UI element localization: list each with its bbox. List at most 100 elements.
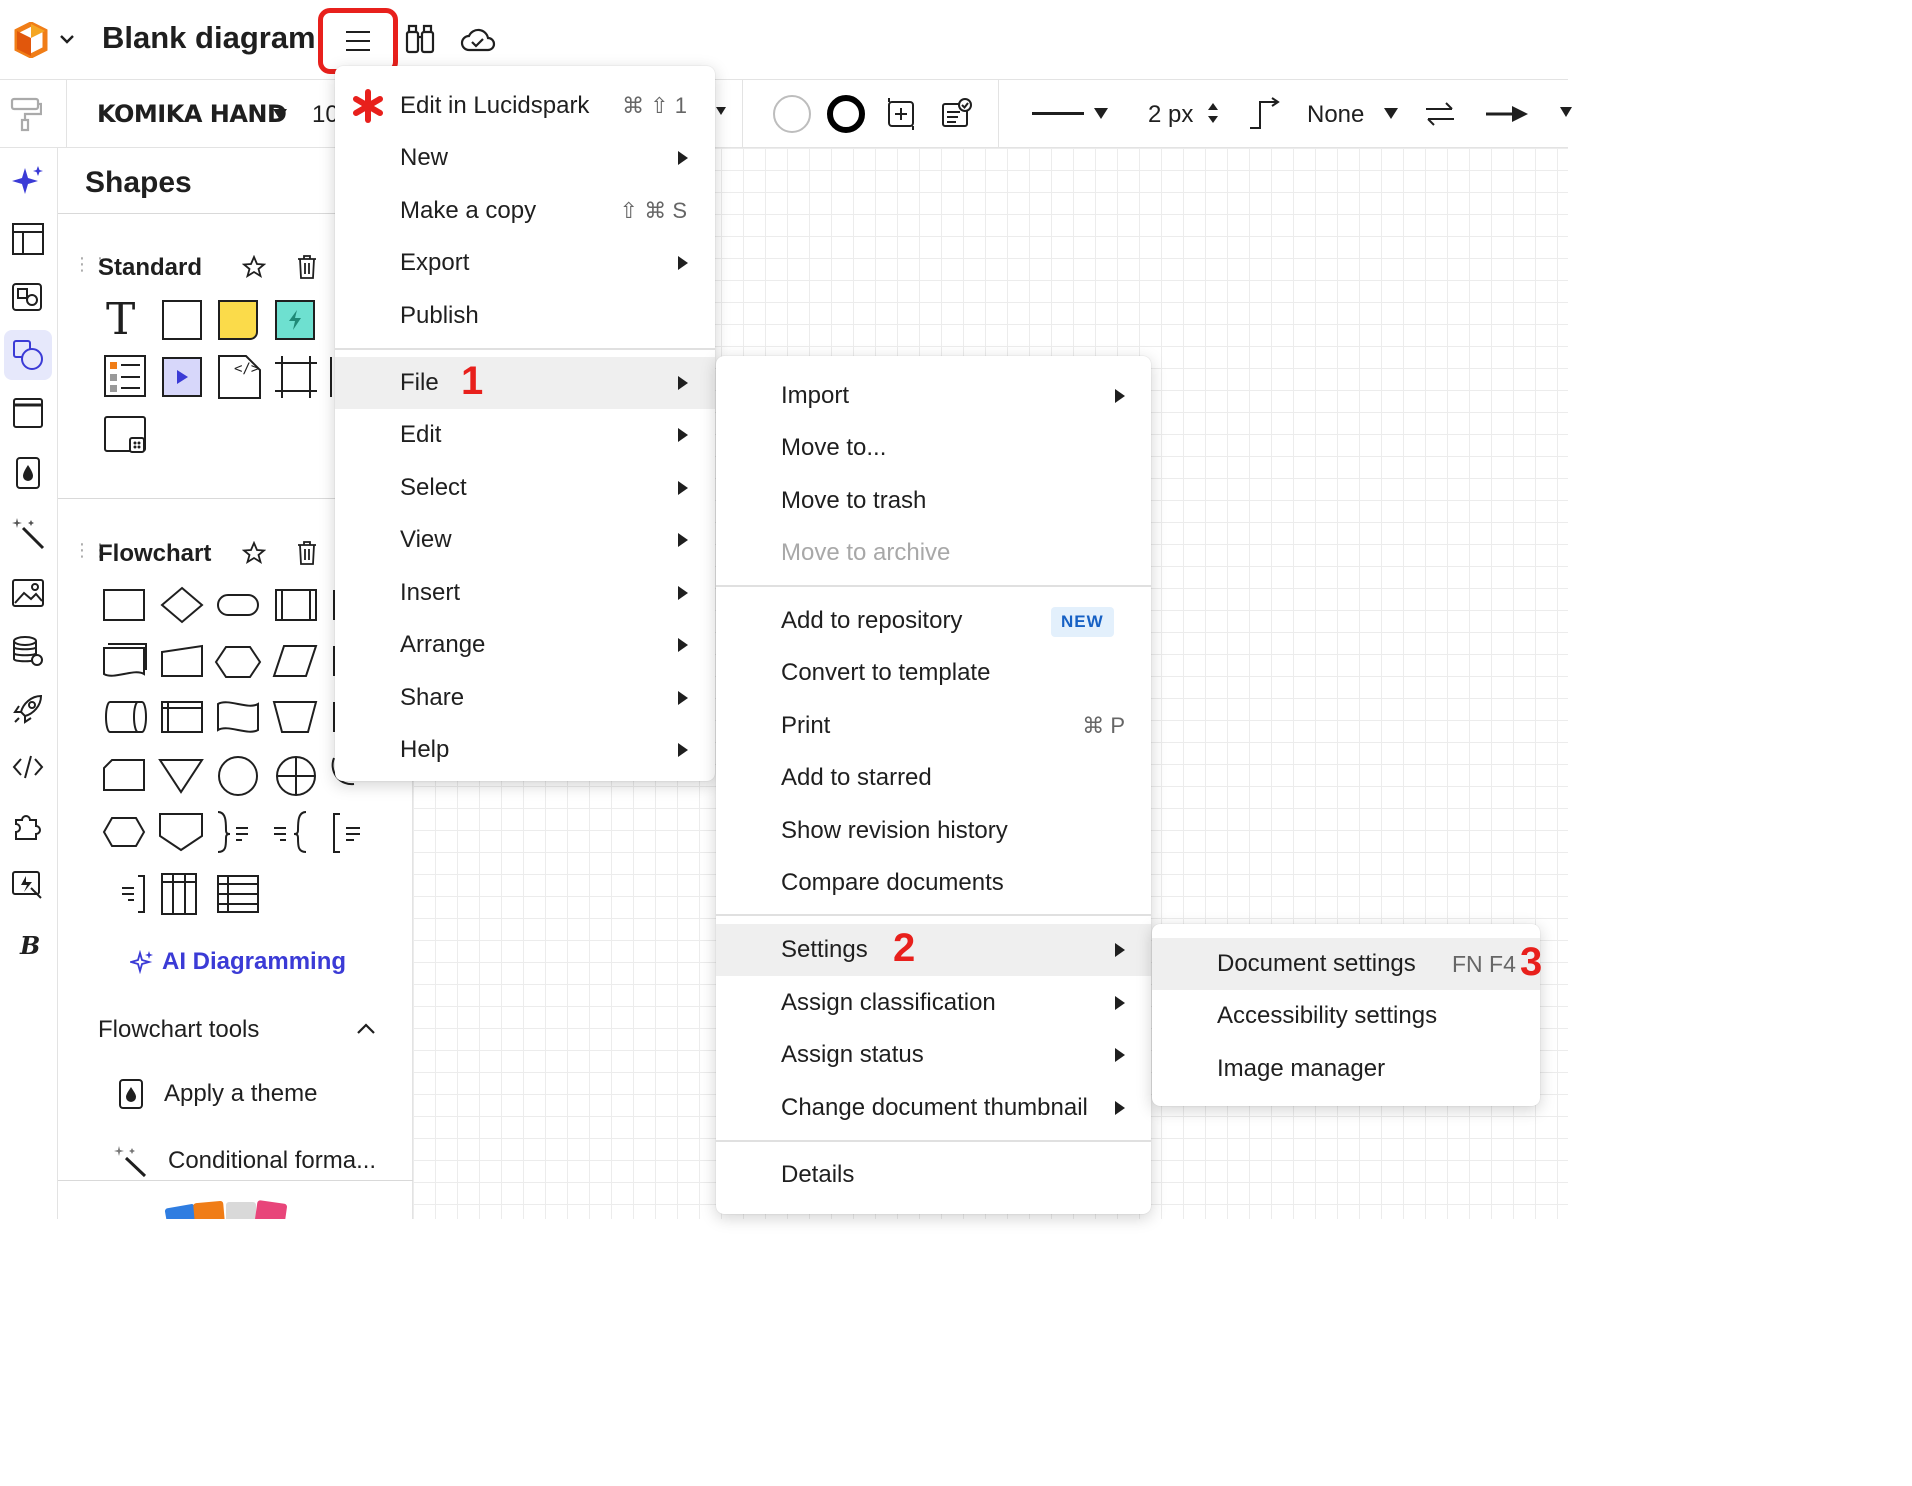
magic-wand-icon[interactable] xyxy=(4,508,52,558)
menu-item-details[interactable]: Details xyxy=(716,1149,1151,1201)
cloud-saved-icon[interactable] xyxy=(460,26,496,54)
document-title[interactable]: Blank diagram xyxy=(102,20,316,56)
menu-item-add-to-repository[interactable]: Add to repository NEW xyxy=(716,595,1151,647)
font-dropdown-arrow-icon[interactable] xyxy=(273,109,287,120)
trash-icon[interactable] xyxy=(296,540,318,566)
data-icon[interactable] xyxy=(4,626,52,676)
code-icon[interactable] xyxy=(4,742,52,792)
menu-item-edit[interactable]: Edit xyxy=(335,409,715,461)
menu-item-share[interactable]: Share xyxy=(335,672,715,724)
container-shape[interactable] xyxy=(104,416,148,456)
shape-library-icon[interactable] xyxy=(4,272,52,322)
arrow-start-value[interactable]: None xyxy=(1307,101,1364,129)
line-style-icon[interactable] xyxy=(1032,112,1084,115)
menu-item-view[interactable]: View xyxy=(335,514,715,566)
flowchart-section-title[interactable]: Flowchart xyxy=(98,540,211,568)
brand-b-icon[interactable]: B xyxy=(4,920,52,970)
ai-diagramming-button[interactable]: AI Diagramming xyxy=(130,948,346,976)
text-shape[interactable]: T xyxy=(106,298,135,342)
menu-item-import[interactable]: Import xyxy=(716,370,1151,422)
standard-section-title[interactable]: Standard xyxy=(98,254,202,282)
format-painter-icon[interactable] xyxy=(10,96,42,132)
menu-item-move-to[interactable]: Move to... xyxy=(716,422,1151,474)
line-width-value[interactable]: 2 px xyxy=(1148,101,1193,129)
menu-item-insert[interactable]: Insert xyxy=(335,567,715,619)
star-icon[interactable] xyxy=(242,541,266,565)
submenu-arrow-icon xyxy=(678,376,688,390)
list-shape[interactable] xyxy=(104,355,146,397)
menu-item-file[interactable]: File 1 xyxy=(335,357,715,409)
menu-item-assign-status[interactable]: Assign status xyxy=(716,1029,1151,1081)
templates-icon[interactable] xyxy=(4,214,52,264)
chevron-down-icon[interactable] xyxy=(58,30,76,48)
code-block-shape[interactable]: </> xyxy=(218,355,262,399)
menu-item-export[interactable]: Export xyxy=(335,237,715,289)
arrow-end-icon[interactable] xyxy=(1486,104,1530,124)
stepper-icon[interactable] xyxy=(1206,99,1220,127)
conditional-formatting-tool[interactable]: Conditional forma... xyxy=(112,1144,376,1178)
swap-arrows-icon[interactable] xyxy=(1422,100,1458,128)
integrations-puzzle-icon[interactable] xyxy=(4,800,52,850)
menu-item-assign-classification[interactable]: Assign classification xyxy=(716,977,1151,1029)
video-shape[interactable] xyxy=(162,357,202,397)
menu-item-label: Accessibility settings xyxy=(1217,1002,1438,1029)
shape-options-icon[interactable] xyxy=(885,96,917,132)
rocket-icon[interactable] xyxy=(4,684,52,734)
main-menu-button[interactable] xyxy=(318,8,398,74)
line-style-dropdown-icon[interactable] xyxy=(1094,108,1108,119)
data-link-icon[interactable] xyxy=(940,96,974,130)
menu-item-select[interactable]: Select xyxy=(335,462,715,514)
shapes-icon[interactable] xyxy=(4,330,52,380)
ai-sparkle-icon[interactable] xyxy=(4,156,52,206)
menu-item-new[interactable]: New xyxy=(335,132,715,184)
menu-item-edit-in-lucidspark[interactable]: Edit in Lucidspark ⌘ ⇧ 1 xyxy=(335,80,715,132)
menu-item-arrange[interactable]: Arrange xyxy=(335,619,715,671)
font-family-select[interactable]: KOMIKA HAND xyxy=(97,100,287,128)
frames-icon[interactable] xyxy=(4,388,52,438)
menu-item-image-manager[interactable]: Image manager xyxy=(1152,1043,1540,1095)
image-icon[interactable] xyxy=(4,568,52,618)
binoculars-icon[interactable] xyxy=(404,22,436,56)
step-marker-2: 2 xyxy=(893,926,916,970)
fill-color-icon[interactable] xyxy=(773,95,811,133)
theme-icon[interactable] xyxy=(4,448,52,498)
menu-item-move-to-trash[interactable]: Move to trash xyxy=(716,475,1151,527)
menu-item-help[interactable]: Help xyxy=(335,724,715,776)
menu-item-convert-to-template[interactable]: Convert to template xyxy=(716,647,1151,699)
menu-item-print[interactable]: Print ⌘ P xyxy=(716,700,1151,752)
rectangle-shape[interactable] xyxy=(162,300,202,340)
line-routing-icon[interactable] xyxy=(1246,96,1282,132)
line-color-icon[interactable] xyxy=(827,95,865,133)
menu-shortcut: ⌘ ⇧ 1 xyxy=(622,93,687,118)
lucid-logo-icon[interactable] xyxy=(14,22,48,58)
menu-item-publish[interactable]: Publish xyxy=(335,290,715,342)
sticky-note-shape[interactable] xyxy=(218,300,258,340)
menu-item-show-revision-history[interactable]: Show revision history xyxy=(716,805,1151,857)
menu-item-label: New xyxy=(400,144,449,171)
menu-item-make-a-copy[interactable]: Make a copy ⇧ ⌘ S xyxy=(335,185,715,237)
menu-item-accessibility-settings[interactable]: Accessibility settings xyxy=(1152,990,1540,1042)
magic-wand-icon xyxy=(114,1146,147,1178)
menu-item-compare-documents[interactable]: Compare documents xyxy=(716,857,1151,909)
format-toolbar: KOMIKA HAND 10 2 px None xyxy=(0,80,1572,148)
conditional-formatting-label: Conditional forma... xyxy=(168,1147,377,1174)
frame-shape[interactable] xyxy=(274,355,318,399)
quick-action-icon[interactable] xyxy=(4,860,52,910)
action-shape[interactable] xyxy=(275,300,315,340)
arrow-end-dropdown-icon[interactable] xyxy=(1560,107,1572,117)
menu-item-add-to-starred[interactable]: Add to starred xyxy=(716,752,1151,804)
menu-item-settings[interactable]: Settings 2 xyxy=(716,924,1151,976)
submenu-arrow-icon xyxy=(1115,389,1125,403)
apply-theme-tool[interactable]: Apply a theme xyxy=(118,1078,317,1110)
arrow-start-dropdown-icon[interactable] xyxy=(1384,108,1398,119)
menu-item-label: Move to archive xyxy=(781,539,951,566)
flowchart-tools-header[interactable]: Flowchart tools xyxy=(98,1016,259,1044)
chevron-up-icon[interactable] xyxy=(356,1021,376,1035)
text-dropdown-arrow-icon[interactable] xyxy=(716,107,726,115)
menu-item-change-document-thumbnail[interactable]: Change document thumbnail xyxy=(716,1082,1151,1134)
submenu-arrow-icon xyxy=(1115,996,1125,1010)
trash-icon[interactable] xyxy=(296,254,318,280)
star-icon[interactable] xyxy=(242,255,266,279)
shape-library-promo-icon[interactable] xyxy=(164,1200,314,1219)
menu-item-document-settings[interactable]: Document settings FN F4 3 xyxy=(1152,938,1542,990)
